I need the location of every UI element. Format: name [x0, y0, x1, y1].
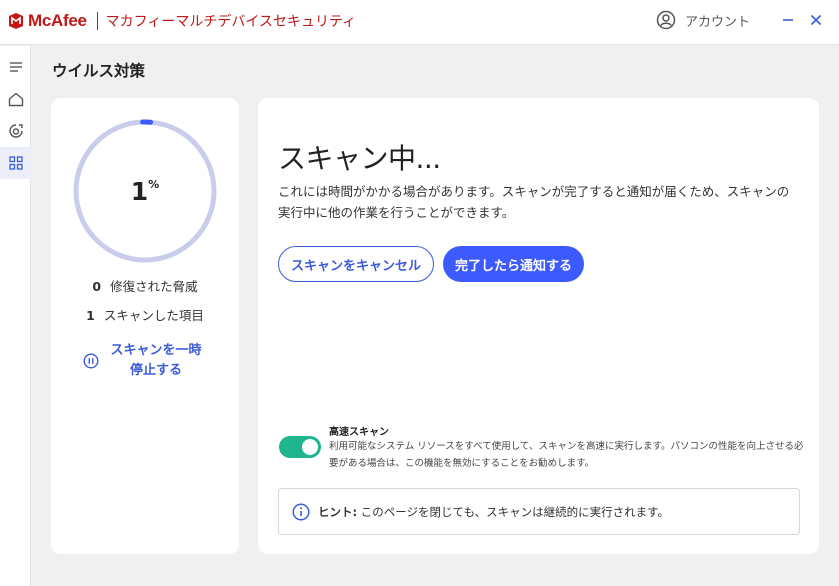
page-title: ウイルス対策 [52, 62, 146, 80]
items-scanned-stat: 1 スキャンした項目 [51, 305, 239, 324]
pause-scan-label-line2: 停止する [129, 363, 182, 378]
items-scanned-label: スキャンした項目 [103, 308, 204, 323]
scan-status-card: スキャン中... これには時間がかかる場合があります。スキャンが完了すると通知が… [258, 98, 819, 554]
hint-box: ヒント: このページを閉じても、スキャンは継続的に実行されます。 [278, 488, 800, 535]
fast-scan-toggle[interactable] [279, 436, 321, 458]
sidebar-item-home[interactable] [0, 83, 31, 115]
sidebar-item-privacy[interactable] [0, 115, 31, 147]
menu-icon [9, 62, 22, 72]
close-button[interactable] [806, 10, 826, 30]
minimize-button[interactable] [778, 10, 798, 30]
cancel-scan-button[interactable]: スキャンをキャンセル [278, 246, 434, 282]
scan-progress-card: 1% 0 修復された脅威 1 スキャンした項目 スキャンを一時 停止する [51, 98, 239, 554]
items-scanned-count: 1 [86, 308, 95, 323]
sidebar [0, 46, 31, 586]
scan-description: これには時間がかかる場合があります。スキャンが完了すると通知が届くため、スキャン… [278, 184, 790, 220]
pause-circle-icon [83, 353, 99, 369]
pause-scan-button[interactable]: スキャンを一時 停止する [83, 341, 213, 381]
scan-title: スキャン中... [278, 142, 441, 175]
sidebar-item-menu[interactable] [0, 51, 31, 83]
fast-scan-title: 高速スキャン [329, 427, 389, 438]
progress-percent: 1% [51, 177, 239, 206]
home-icon [8, 92, 23, 106]
hint-label: ヒント: [318, 504, 358, 519]
product-title: マカフィーマルチデバイスセキュリティ [105, 14, 357, 30]
brand-divider [96, 12, 98, 30]
hint-text: ヒント: このページを閉じても、スキャンは継続的に実行されます。 [318, 504, 669, 520]
privacy-shield-icon [8, 124, 23, 138]
brand-name: McAfee [28, 11, 87, 30]
fast-scan-toggle-knob [302, 439, 318, 455]
apps-grid-icon [8, 156, 23, 170]
fast-scan-description: 利用可能なシステム リソースをすべて使用して、スキャンを高速に実行します。パソコ… [329, 441, 804, 469]
progress-percent-value: 1 [130, 177, 149, 206]
hint-message: このページを閉じても、スキャンは継続的に実行されます。 [357, 504, 669, 519]
notify-when-done-button[interactable]: 完了したら通知する [443, 246, 584, 282]
pause-scan-label-line1: スキャンを一時 [110, 343, 202, 358]
sidebar-item-apps[interactable] [0, 147, 31, 179]
threats-fixed-label: 修復された脅威 [110, 279, 198, 294]
close-icon [810, 14, 822, 26]
minimize-icon [783, 19, 793, 21]
mcafee-shield-icon [9, 13, 23, 29]
account-button[interactable]: アカウント [656, 10, 750, 30]
title-bar: McAfee マカフィーマルチデバイスセキュリティ アカウント [0, 0, 839, 45]
threats-fixed-stat: 0 修復された脅威 [51, 276, 239, 295]
info-icon [292, 502, 310, 521]
account-icon [656, 10, 676, 30]
pause-scan-label: スキャンを一時 停止する [101, 341, 211, 381]
threats-fixed-count: 0 [92, 279, 102, 294]
progress-percent-sign: % [148, 178, 160, 191]
account-label: アカウント [685, 14, 751, 30]
mcafee-logo: McAfee マカフィーマルチデバイスセキュリティ [8, 11, 356, 31]
